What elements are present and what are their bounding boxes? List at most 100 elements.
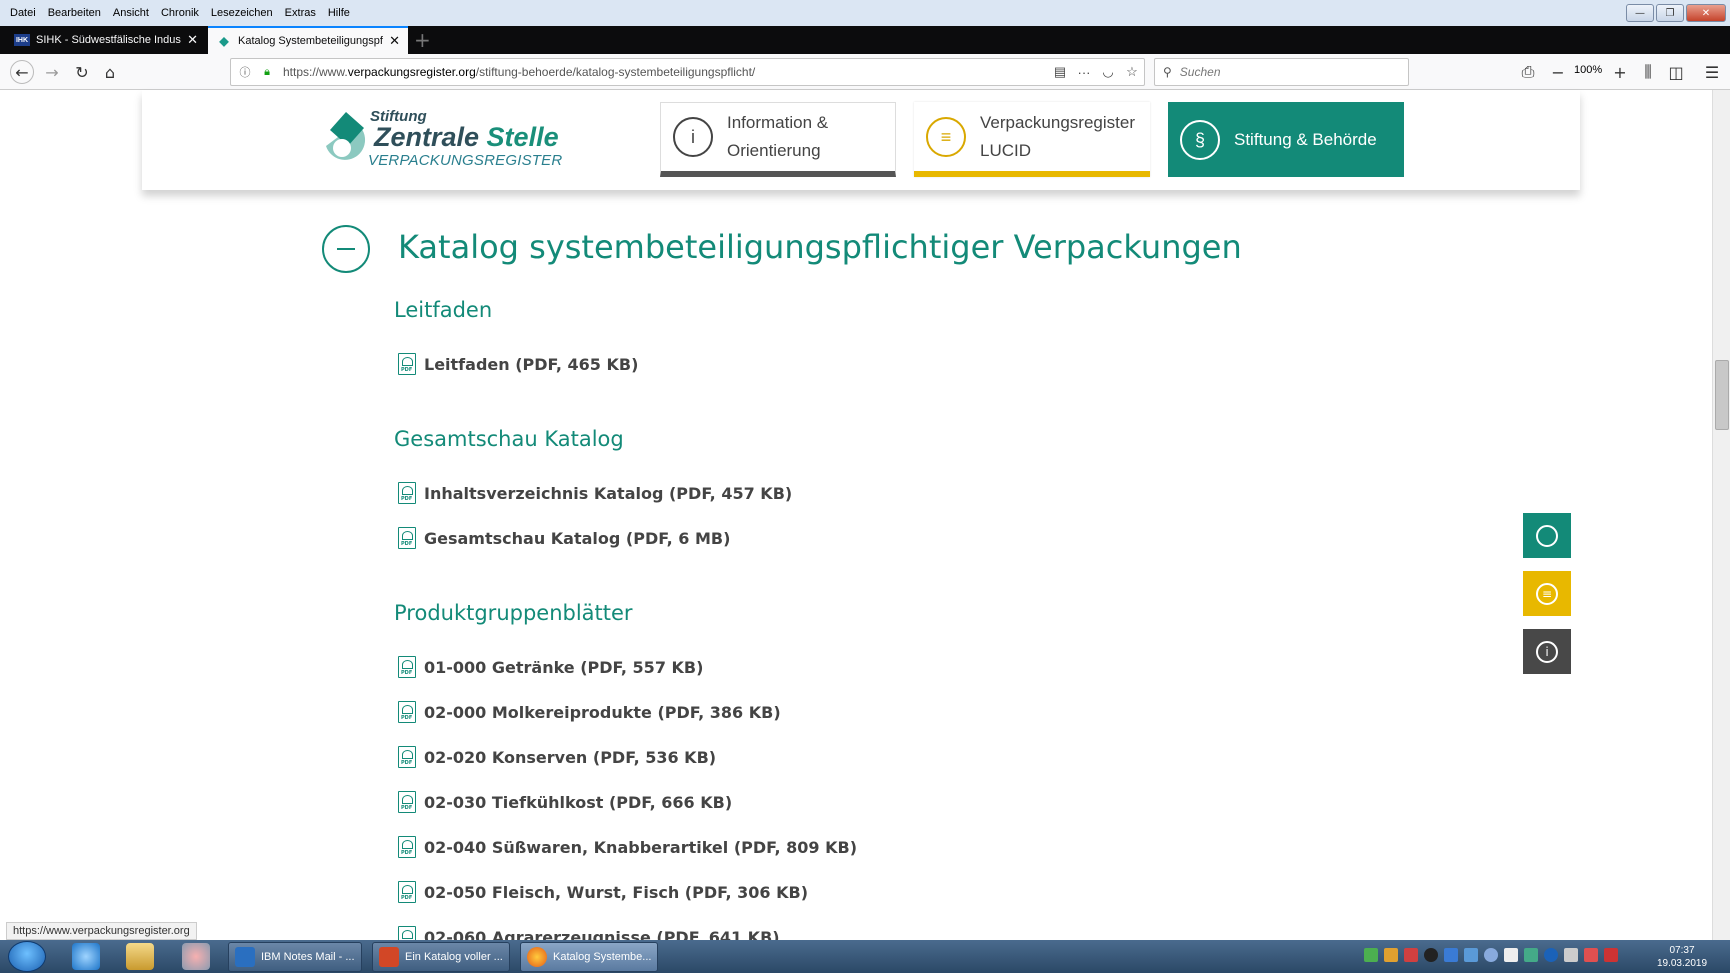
library-icon[interactable]: ⫼	[1636, 60, 1660, 84]
pdf-icon	[398, 353, 416, 375]
menu-bearbeiten[interactable]: Bearbeiten	[42, 7, 107, 19]
menu-datei[interactable]: Datei	[0, 7, 42, 19]
download-link[interactable]: 02-040 Süßwaren, Knabberartikel (PDF, 80…	[398, 836, 857, 858]
download-label[interactable]: 01-000 Getränke (PDF, 557 KB)	[424, 658, 703, 677]
snipping-tool-icon[interactable]	[182, 943, 210, 970]
volume-icon[interactable]	[1564, 948, 1578, 962]
tray-icon[interactable]	[1544, 948, 1558, 962]
tab-bar: IHK SIHK - Südwestfälische Industri ✕ ◆ …	[0, 26, 1730, 54]
reload-icon[interactable]: ↻	[70, 60, 94, 84]
sidebar-icon[interactable]: ◫	[1664, 60, 1688, 84]
status-url: https://www.verpackungsregister.org	[6, 922, 197, 940]
clock-time: 07:37	[1669, 945, 1695, 956]
menu-hamburger-icon[interactable]: ☰	[1700, 60, 1724, 84]
restore-button[interactable]: ❐	[1656, 4, 1684, 22]
nav-verpackungsregister-lucid[interactable]: ≡ Verpackungsregister LUCID	[914, 102, 1150, 177]
file-explorer-icon[interactable]	[126, 943, 154, 970]
ihk-favicon-icon: IHK	[14, 34, 30, 46]
tab-title: Katalog Systembeteiligungspfli	[238, 35, 384, 47]
nav-stiftung-behoerde[interactable]: § Stiftung & Behörde	[1168, 102, 1404, 177]
menu-ansicht[interactable]: Ansicht	[107, 7, 155, 19]
download-label[interactable]: 02-040 Süßwaren, Knabberartikel (PDF, 80…	[424, 838, 857, 857]
collapse-icon[interactable]	[322, 225, 370, 273]
tray-icon[interactable]	[1504, 948, 1518, 962]
page-info-icon[interactable]: ⓘ	[237, 64, 253, 80]
tray-icon[interactable]	[1364, 948, 1378, 962]
internet-explorer-icon[interactable]	[72, 943, 100, 970]
search-input[interactable]: ⚲ Suchen	[1154, 58, 1409, 86]
tray-icon[interactable]	[1424, 948, 1438, 962]
tray-icon[interactable]	[1384, 948, 1398, 962]
taskbar-clock[interactable]: 07:37 19.03.2019	[1650, 944, 1714, 970]
zoom-out-icon[interactable]: −	[1546, 60, 1570, 84]
tray-icon[interactable]	[1604, 948, 1618, 962]
network-icon[interactable]	[1524, 948, 1538, 962]
download-label[interactable]: 02-030 Tiefkühlkost (PDF, 666 KB)	[424, 793, 732, 812]
download-link[interactable]: Gesamtschau Katalog (PDF, 6 MB)	[398, 527, 730, 549]
new-tab-icon[interactable]: +	[414, 28, 431, 52]
download-link[interactable]: Inhaltsverzeichnis Katalog (PDF, 457 KB)	[398, 482, 792, 504]
menu-chronik[interactable]: Chronik	[155, 7, 205, 19]
tab-close-icon[interactable]: ✕	[187, 32, 198, 48]
tray-icon[interactable]	[1484, 948, 1498, 962]
zoom-level[interactable]: 100%	[1574, 64, 1602, 76]
page-content: Stiftung Zentrale Stelle VERPACKUNGSREGI…	[142, 90, 1580, 948]
back-icon[interactable]: ←	[10, 60, 34, 84]
print-icon[interactable]: ⎙	[1516, 60, 1540, 84]
menu-lesezeichen[interactable]: Lesezeichen	[205, 7, 279, 19]
download-link[interactable]: Leitfaden (PDF, 465 KB)	[398, 353, 638, 375]
download-label[interactable]: Leitfaden (PDF, 465 KB)	[424, 355, 638, 374]
tray-icon[interactable]	[1444, 948, 1458, 962]
menu-extras[interactable]: Extras	[279, 7, 322, 19]
taskbar-app-powerpoint[interactable]: Ein Katalog voller ...	[372, 942, 510, 972]
zoom-in-icon[interactable]: +	[1608, 60, 1632, 84]
download-label[interactable]: 02-050 Fleisch, Wurst, Fisch (PDF, 306 K…	[424, 883, 808, 902]
close-window-button[interactable]: ✕	[1686, 4, 1726, 22]
home-icon[interactable]: ⌂	[98, 60, 122, 84]
tray-icon[interactable]	[1584, 948, 1598, 962]
download-link[interactable]: 01-000 Getränke (PDF, 557 KB)	[398, 656, 703, 678]
windows-taskbar: IBM Notes Mail - ... Ein Katalog voller …	[0, 940, 1730, 973]
page-scrollbar[interactable]	[1712, 90, 1730, 940]
download-link[interactable]: 02-030 Tiefkühlkost (PDF, 666 KB)	[398, 791, 732, 813]
tab-sihk[interactable]: IHK SIHK - Südwestfälische Industri ✕	[6, 26, 206, 54]
search-placeholder: Suchen	[1179, 65, 1221, 79]
firefox-icon	[527, 947, 547, 967]
tab-katalog[interactable]: ◆ Katalog Systembeteiligungspfli ✕	[208, 26, 408, 54]
tray-icon[interactable]	[1464, 948, 1478, 962]
download-label[interactable]: 02-020 Konserven (PDF, 536 KB)	[424, 748, 716, 767]
reader-view-icon[interactable]: ▤	[1048, 64, 1072, 80]
download-link[interactable]: 02-000 Molkereiprodukte (PDF, 386 KB)	[398, 701, 781, 723]
download-label[interactable]: 02-000 Molkereiprodukte (PDF, 386 KB)	[424, 703, 781, 722]
page-actions-icon[interactable]: ···	[1072, 65, 1096, 80]
window-controls: — ❐ ✕	[1626, 4, 1726, 22]
start-button[interactable]	[8, 941, 46, 972]
info-icon: i	[1536, 640, 1558, 663]
site-logo[interactable]: Stiftung Zentrale Stelle VERPACKUNGSREGI…	[320, 108, 580, 174]
minimize-button[interactable]: —	[1626, 4, 1654, 22]
download-link[interactable]: 02-050 Fleisch, Wurst, Fisch (PDF, 306 K…	[398, 881, 808, 903]
section-title-leitfaden: Leitfaden	[394, 298, 493, 322]
taskbar-app-notes[interactable]: IBM Notes Mail - ...	[228, 942, 362, 972]
taskbar-app-firefox[interactable]: Katalog Systembe...	[520, 942, 658, 972]
logo-mark-icon	[326, 112, 366, 160]
floating-search-button[interactable]	[1523, 513, 1571, 558]
download-label[interactable]: Gesamtschau Katalog (PDF, 6 MB)	[424, 529, 730, 548]
floating-info-button[interactable]: i	[1523, 629, 1571, 674]
url-text[interactable]: https://www.verpackungsregister.org/stif…	[283, 65, 1048, 79]
forward-icon[interactable]: →	[40, 60, 64, 84]
bookmark-star-icon[interactable]: ☆	[1120, 64, 1144, 80]
url-bar[interactable]: ⓘ 🔒︎ https://www.verpackungsregister.org…	[230, 58, 1145, 86]
page-title: Katalog systembeteiligungspflichtiger Ve…	[398, 228, 1242, 266]
tab-close-icon[interactable]: ✕	[389, 33, 400, 49]
download-label[interactable]: Inhaltsverzeichnis Katalog (PDF, 457 KB)	[424, 484, 792, 503]
pdf-icon	[398, 701, 416, 723]
floating-chat-button[interactable]: ≡	[1523, 571, 1571, 616]
scrollbar-thumb[interactable]	[1715, 360, 1729, 430]
pocket-icon[interactable]: ◡	[1096, 64, 1120, 80]
download-link[interactable]: 02-020 Konserven (PDF, 536 KB)	[398, 746, 716, 768]
menu-hilfe[interactable]: Hilfe	[322, 7, 356, 19]
tray-icon[interactable]	[1404, 948, 1418, 962]
nav-information-orientierung[interactable]: i Information & Orientierung	[660, 102, 896, 177]
tab-title: SIHK - Südwestfälische Industri	[36, 34, 182, 46]
